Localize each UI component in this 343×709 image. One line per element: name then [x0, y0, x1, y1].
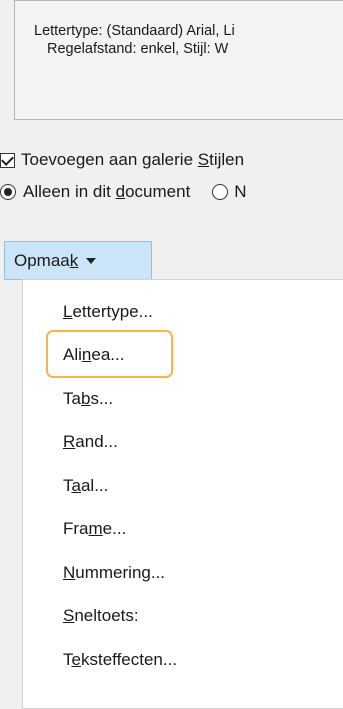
preview-line-2: Regelafstand: enkel, Stijl: W: [47, 41, 229, 57]
format-menu: Lettertype... Alinea... Tabs... Rand... …: [22, 279, 343, 709]
menu-item-numbering[interactable]: Nummering...: [63, 563, 165, 583]
chevron-down-icon: [86, 257, 97, 264]
menu-item-paragraph[interactable]: Alinea...: [63, 345, 124, 365]
menu-item-shortcut-key[interactable]: Sneltoets:: [63, 606, 139, 626]
radio-selected-icon[interactable]: [0, 184, 16, 200]
menu-item-language[interactable]: Taal...: [63, 476, 108, 496]
preview-line-1: Lettertype: (Standaard) Arial, Li: [34, 23, 235, 39]
new-documents-radio[interactable]: [212, 184, 229, 200]
checkbox-checked-icon[interactable]: [0, 152, 15, 168]
menu-item-font[interactable]: Lettertype...: [63, 302, 153, 322]
only-this-document-radio[interactable]: Alleen in dit document N: [0, 182, 247, 202]
format-button-label: Opmaak: [14, 250, 79, 270]
add-to-gallery-label: Toevoegen aan galerie Stijlen: [21, 150, 245, 169]
add-to-gallery-checkbox[interactable]: Toevoegen aan galerie Stijlen: [0, 150, 244, 170]
style-preview-box: Lettertype: (Standaard) Arial, Li Regela…: [14, 0, 343, 120]
menu-item-frame[interactable]: Frame...: [63, 519, 126, 539]
new-documents-label: N: [234, 182, 247, 201]
menu-item-border[interactable]: Rand...: [63, 432, 118, 452]
only-this-document-label: Alleen in dit document: [23, 182, 191, 201]
menu-item-text-effects[interactable]: Teksteffecten...: [63, 650, 177, 670]
menu-item-tabs[interactable]: Tabs...: [63, 389, 113, 409]
format-dropdown-button[interactable]: Opmaak: [4, 241, 152, 280]
